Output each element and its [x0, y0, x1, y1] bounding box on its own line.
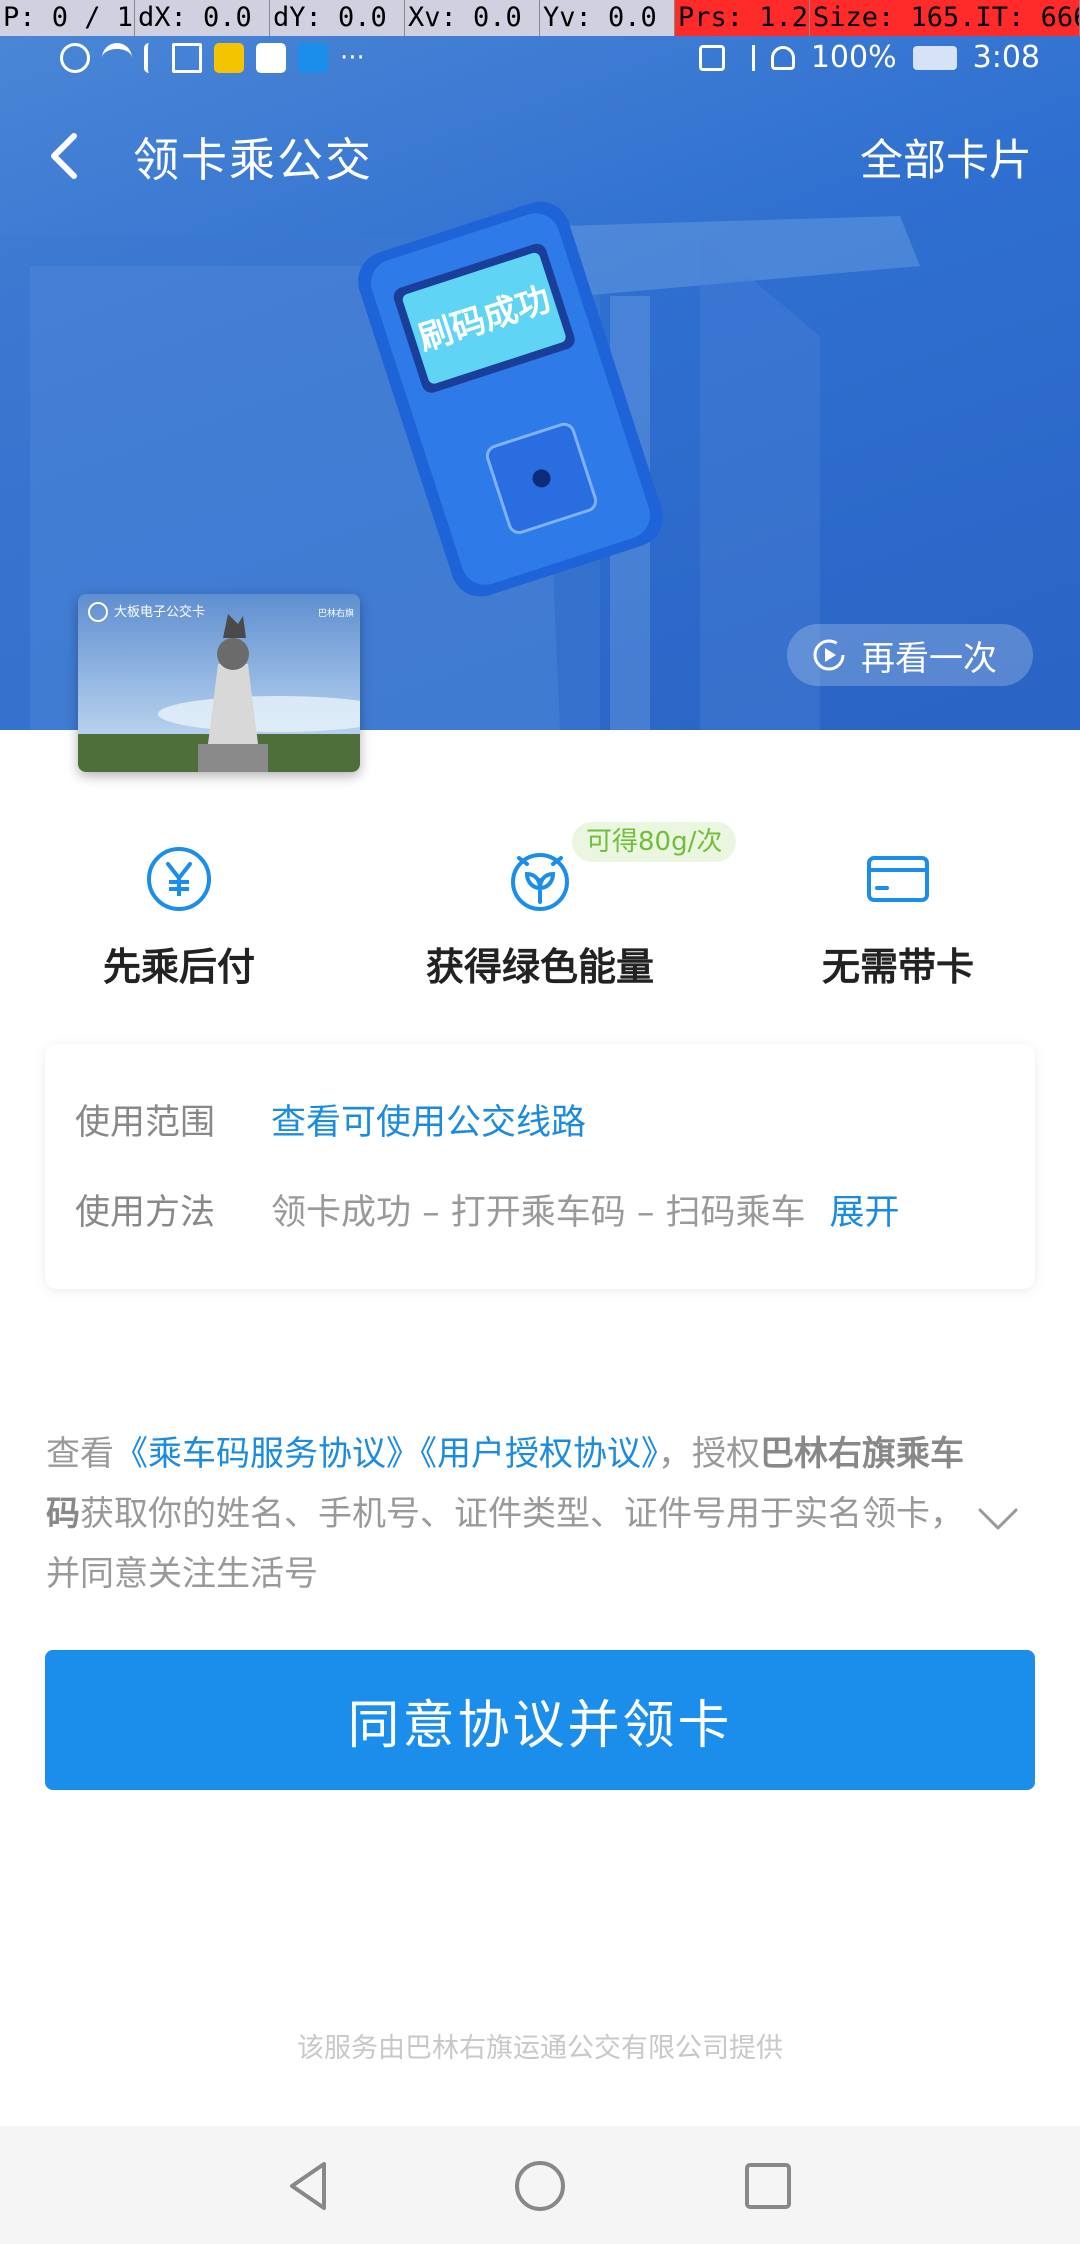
user-authorization-link[interactable]: 《用户授权协议》	[420, 1434, 658, 1474]
youku-icon	[256, 43, 286, 73]
battery-percent: 100%	[810, 40, 897, 75]
replay-button[interactable]: 再看一次	[787, 624, 1033, 686]
agreement-text: 查看《乘车码服务协议》《用户授权协议》，授权巴林右旗乘车码获取你的姓名、手机号、…	[46, 1424, 966, 1604]
usb-icon	[144, 43, 160, 73]
feature-label: 先乘后付	[102, 945, 255, 989]
nav-bar: 领卡乘公交 全部卡片	[0, 106, 1080, 206]
sprout-icon	[511, 853, 569, 911]
battery-icon	[912, 46, 957, 70]
alert-icon	[60, 43, 90, 73]
chevron-down-icon[interactable]	[974, 1500, 1022, 1536]
agreement-mid: ，授权	[658, 1434, 760, 1474]
card-title: 大板电子公交卡	[114, 604, 205, 619]
replay-icon	[813, 639, 845, 671]
system-back-icon[interactable]	[280, 2156, 340, 2216]
feature-label: 获得绿色能量	[425, 945, 654, 989]
replay-label: 再看一次	[861, 638, 997, 679]
view-bus-routes-link[interactable]: 查看可使用公交线路	[271, 1094, 586, 1145]
nfc-icon	[698, 45, 725, 71]
clock: 3:08	[972, 40, 1040, 75]
bluetooth-icon	[741, 45, 755, 71]
usage-scope-label: 使用范围	[75, 1103, 216, 1143]
system-home-icon[interactable]	[510, 2156, 570, 2216]
all-cards-link[interactable]: 全部卡片	[860, 126, 1032, 188]
expand-method-link[interactable]: 展开	[830, 1184, 900, 1235]
status-notification-icons: ···	[60, 36, 365, 80]
debug-xv: Xv: 0.0	[405, 0, 540, 36]
ride-code-agreement-link[interactable]: 《乘车码服务协议》	[114, 1434, 420, 1474]
agreement-suffix: 获取你的姓名、手机号、证件类型、证件号用于实名领卡，并同意关注生活号	[46, 1494, 964, 1594]
status-right: 100% 3:08	[698, 36, 1040, 80]
card-issuer: 巴林右旗	[318, 607, 354, 618]
system-recents-icon[interactable]	[738, 2156, 798, 2216]
system-navigation-bar	[0, 2126, 1080, 2244]
debug-overlay: P: 0 / 1 dX: 0.0 dY: 0.0 Xv: 0.0 Yv: 0.0…	[0, 0, 1080, 36]
usage-info-card: 使用范围 查看可使用公交线路 使用方法 领卡成功 – 打开乘车码 – 扫码乘车 …	[45, 1044, 1035, 1289]
debug-size: Size: 165.IT: 666535	[810, 0, 1080, 36]
usage-method-row: 使用方法 领卡成功 – 打开乘车码 – 扫码乘车 展开	[75, 1184, 900, 1235]
agreement-prefix: 查看	[46, 1434, 114, 1474]
feature-no-card: 无需带卡	[748, 820, 1048, 991]
feature-pay-later: 先乘后付	[29, 820, 329, 991]
wifi-icon	[102, 43, 132, 73]
debug-pointer: P: 0 / 1	[0, 0, 135, 36]
card-icon	[867, 856, 929, 902]
debug-dx: dX: 0.0	[135, 0, 270, 36]
zhihu-icon	[298, 43, 328, 73]
agree-and-claim-button[interactable]: 同意协议并领卡	[45, 1650, 1035, 1790]
feature-label: 无需带卡	[821, 945, 974, 989]
bus-card-thumbnail[interactable]: 大板电子公交卡 巴林右旗	[78, 594, 360, 772]
debug-yv: Yv: 0.0	[540, 0, 675, 36]
usage-scope-row: 使用范围 查看可使用公交线路	[75, 1094, 586, 1145]
yuan-icon	[147, 847, 211, 911]
feature-row: 先乘后付 获得绿色能量 无需带卡	[0, 820, 1080, 1000]
energy-badge: 可得80g/次	[572, 822, 737, 862]
debug-pressure: Prs: 1.25	[675, 0, 810, 36]
usage-method-label: 使用方法	[75, 1193, 216, 1233]
more-notifications: ···	[340, 43, 365, 73]
debug-dy: dY: 0.0	[270, 0, 405, 36]
back-arrow-icon[interactable]	[42, 128, 92, 184]
service-provider-note: 该服务由巴林右旗运通公交有限公司提供	[297, 2033, 783, 2064]
weibo-icon	[214, 43, 244, 73]
usage-method-steps: 领卡成功 – 打开乘车码 – 扫码乘车	[271, 1193, 806, 1233]
page-title: 领卡乘公交	[133, 133, 373, 187]
card-artwork: 大板电子公交卡 巴林右旗	[78, 594, 360, 772]
status-bar: ··· 100% 3:08	[0, 36, 1080, 80]
app-icon	[172, 43, 202, 73]
mute-icon	[770, 46, 795, 70]
